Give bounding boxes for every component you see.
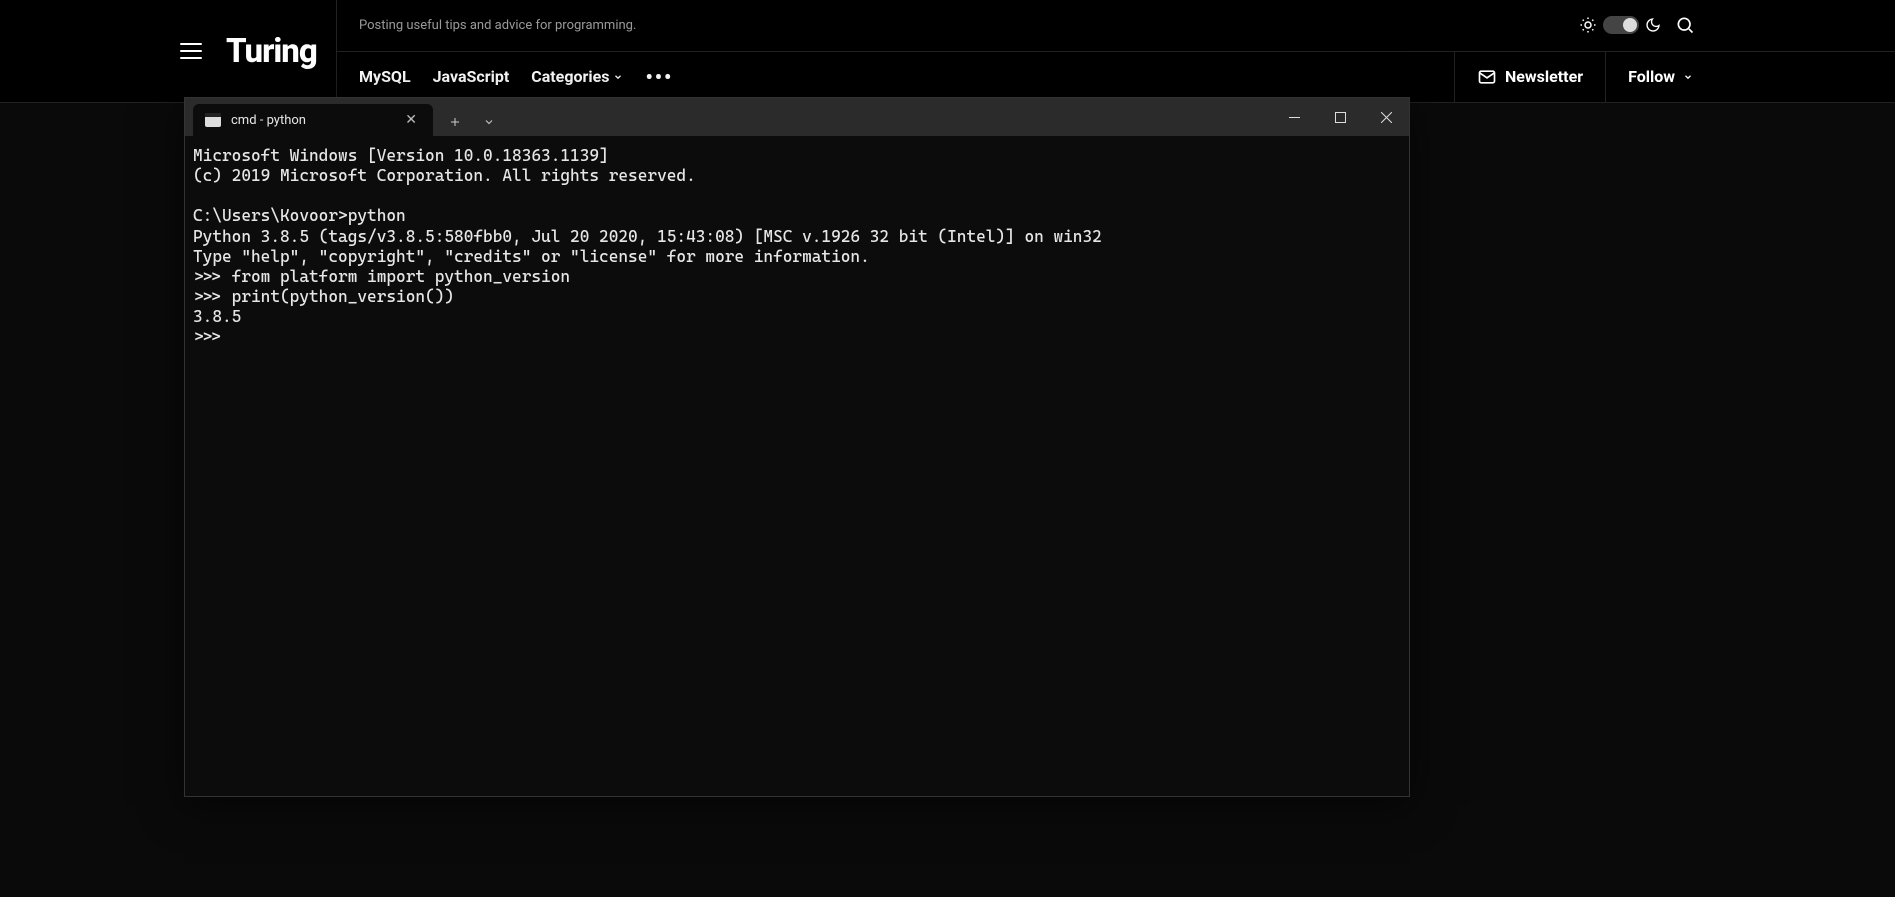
site-logo[interactable]: Turing xyxy=(226,32,317,71)
close-icon[interactable] xyxy=(1363,98,1409,136)
minimize-icon[interactable] xyxy=(1271,98,1317,136)
nav-right: Newsletter Follow xyxy=(1454,52,1715,103)
terminal-output[interactable]: Microsoft Windows [Version 10.0.18363.11… xyxy=(185,136,1409,796)
sun-icon xyxy=(1579,16,1597,34)
menu-icon[interactable] xyxy=(180,43,202,59)
chevron-down-icon xyxy=(1683,72,1693,82)
theme-toggle[interactable] xyxy=(1603,16,1639,34)
new-tab-icon[interactable] xyxy=(441,108,469,136)
tab-strip: cmd - python ✕ xyxy=(185,98,1271,136)
nav-item-mysql[interactable]: MySQL xyxy=(359,67,411,86)
terminal-window: cmd - python ✕ Microsoft xyxy=(184,97,1410,797)
terminal-titlebar[interactable]: cmd - python ✕ xyxy=(185,98,1409,136)
search-icon[interactable] xyxy=(1675,15,1695,35)
chevron-down-icon xyxy=(613,72,623,82)
theme-toggle-group xyxy=(1579,16,1661,34)
nav-links: MySQL JavaScript Categories ••• xyxy=(359,65,673,89)
nav-item-label: Categories xyxy=(531,67,609,86)
window-controls xyxy=(1271,98,1409,136)
cmd-icon xyxy=(205,113,221,127)
maximize-icon[interactable] xyxy=(1317,98,1363,136)
follow-button[interactable]: Follow xyxy=(1605,52,1715,103)
nav-item-javascript[interactable]: JavaScript xyxy=(433,67,510,86)
terminal-tab[interactable]: cmd - python ✕ xyxy=(193,104,433,136)
header-left: Turing xyxy=(0,0,337,102)
site-header: Turing Posting useful tips and advice fo… xyxy=(0,0,1895,103)
tab-close-icon[interactable]: ✕ xyxy=(401,110,421,130)
header-top-bar: Posting useful tips and advice for progr… xyxy=(337,0,1895,52)
tab-title: cmd - python xyxy=(231,113,391,128)
moon-icon xyxy=(1645,17,1661,33)
header-top-actions xyxy=(1579,15,1695,35)
site-tagline: Posting useful tips and advice for progr… xyxy=(359,18,636,33)
main-nav: MySQL JavaScript Categories ••• Newslett… xyxy=(337,52,1895,103)
mail-icon xyxy=(1477,67,1497,87)
nav-more-icon[interactable]: ••• xyxy=(645,65,673,89)
follow-label: Follow xyxy=(1628,67,1675,86)
newsletter-label: Newsletter xyxy=(1505,67,1583,86)
tab-actions xyxy=(441,108,503,136)
newsletter-button[interactable]: Newsletter xyxy=(1454,52,1605,103)
tab-dropdown-icon[interactable] xyxy=(475,108,503,136)
nav-item-categories[interactable]: Categories xyxy=(531,67,623,86)
header-right: Posting useful tips and advice for progr… xyxy=(337,0,1895,102)
